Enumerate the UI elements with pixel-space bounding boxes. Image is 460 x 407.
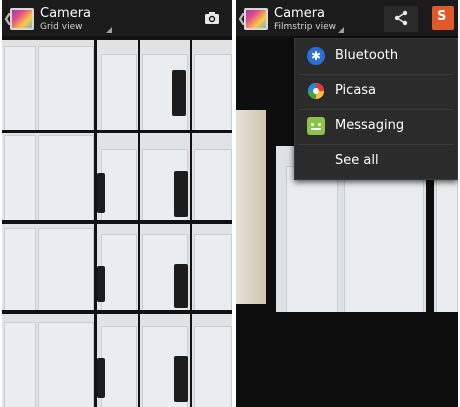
photo-thumbnail[interactable]: [140, 314, 190, 407]
gallery-icon[interactable]: [10, 8, 34, 30]
photo-thumbnail[interactable]: [2, 133, 94, 220]
album-title: Camera: [274, 6, 326, 21]
photo-thumbnail[interactable]: [2, 224, 94, 310]
photo-thumbnail[interactable]: [97, 314, 138, 407]
filmstrip-view-screen: ❮ Camera Filmstrip view S ✱ Bluetooth Pi…: [236, 0, 458, 407]
menu-item-see-all[interactable]: See all: [295, 144, 457, 179]
photo-thumbnail[interactable]: [140, 40, 190, 130]
photo-thumbnail[interactable]: [192, 314, 232, 407]
menu-item-label: Bluetooth: [335, 48, 399, 63]
photo-thumbnail[interactable]: [2, 314, 94, 407]
menu-item-messaging[interactable]: Messaging: [295, 109, 457, 144]
action-bar: ❮ Camera Grid view: [2, 0, 232, 36]
photo-thumbnail[interactable]: [97, 40, 138, 130]
spinner-arrow-icon[interactable]: [106, 27, 112, 33]
messaging-icon: [307, 117, 325, 135]
photo-thumbnail[interactable]: [97, 224, 138, 310]
menu-item-label: Messaging: [335, 118, 405, 133]
view-mode-spinner[interactable]: Filmstrip view: [274, 22, 336, 32]
photo-thumbnail[interactable]: [192, 224, 232, 310]
photo-previous[interactable]: [236, 110, 266, 304]
action-bar: ❮ Camera Filmstrip view S: [236, 0, 458, 36]
menu-item-label: Picasa: [335, 83, 377, 98]
camera-icon[interactable]: [204, 10, 220, 26]
photo-thumbnail[interactable]: [97, 133, 138, 220]
grid-view-screen: ❮ Camera Grid view: [2, 0, 232, 407]
photo-thumbnail[interactable]: [192, 40, 232, 130]
share-icon: [394, 10, 408, 26]
menu-item-picasa[interactable]: Picasa: [295, 74, 457, 109]
share-button[interactable]: [384, 6, 418, 32]
menu-item-bluetooth[interactable]: ✱ Bluetooth: [295, 39, 457, 74]
view-mode-spinner[interactable]: Grid view: [40, 22, 82, 32]
photo-thumbnail[interactable]: [140, 224, 190, 310]
photo-thumbnail[interactable]: [140, 133, 190, 220]
photo-thumbnail[interactable]: [2, 40, 94, 130]
share-menu: ✱ Bluetooth Picasa Messaging See all: [294, 38, 458, 180]
album-title: Camera: [40, 6, 92, 21]
bluetooth-icon: ✱: [307, 47, 325, 65]
photo-grid: [2, 36, 232, 407]
menu-item-label: See all: [335, 153, 379, 168]
spinner-arrow-icon[interactable]: [338, 27, 344, 33]
gallery-icon[interactable]: [244, 8, 268, 30]
picasa-icon: [308, 83, 324, 99]
share-app-icon[interactable]: S: [432, 6, 454, 30]
photo-thumbnail[interactable]: [192, 133, 232, 220]
